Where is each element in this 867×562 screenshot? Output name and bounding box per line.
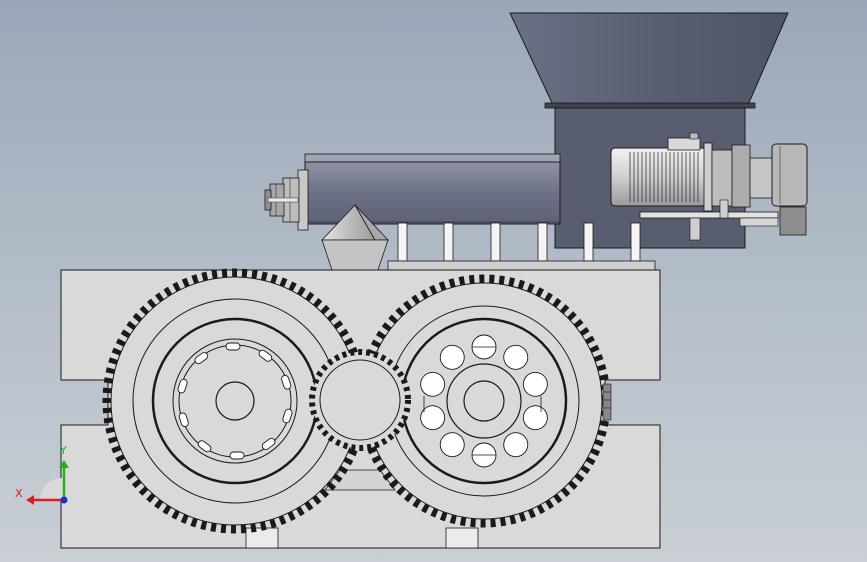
screw-barrel [264,153,561,231]
triad-x-label: X [15,487,23,500]
cad-viewport[interactable]: X Y [0,0,867,562]
idler-gear [309,349,411,451]
triad-y-label: Y [59,444,67,457]
base-plate [387,260,656,271]
side-fitting [602,383,612,421]
extruder-machine-model: X Y [15,12,808,549]
